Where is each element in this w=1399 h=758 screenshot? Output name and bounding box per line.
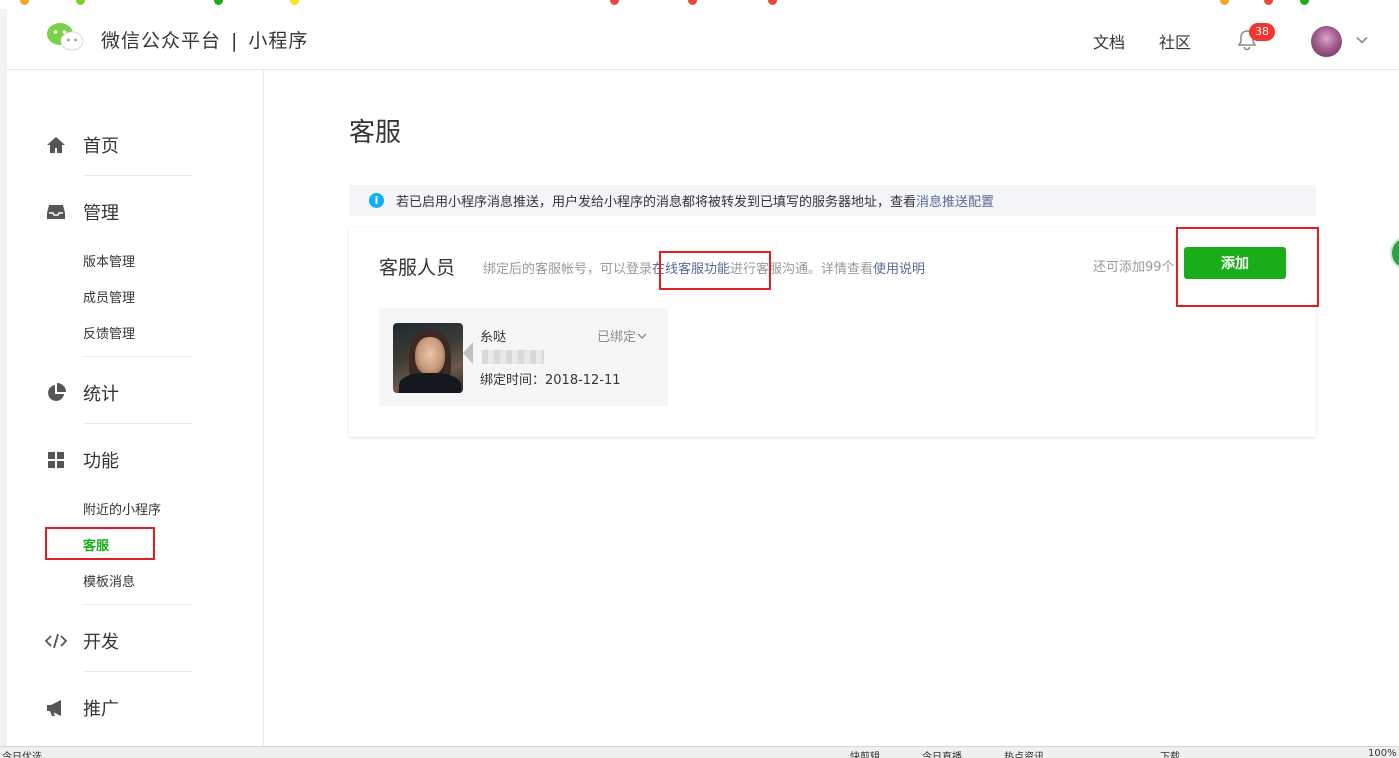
wechat-logo-icon[interactable] <box>46 22 84 52</box>
nav-statistics[interactable]: 统计 <box>45 380 119 406</box>
nav-develop[interactable]: 开发 <box>45 628 119 654</box>
nav-nearby-miniprogram[interactable]: 附近的小程序 <box>83 499 161 518</box>
member-name: 糸哒 <box>480 330 507 345</box>
page-title: 客服 <box>349 118 402 148</box>
grid-icon <box>45 449 67 471</box>
nav-develop-label: 开发 <box>83 632 119 653</box>
member-status-dropdown[interactable]: 已绑定 <box>597 326 648 345</box>
title-separator: | <box>231 30 239 52</box>
nav-divider <box>83 604 193 605</box>
taskbar-item[interactable]: 下载 <box>1160 748 1180 758</box>
inbox-icon <box>45 201 67 223</box>
member-account-masked <box>482 350 544 364</box>
main-area: 首页 管理 版本管理 成员管理 反馈管理 统计 功能 附近的小程序 客服 模板消… <box>7 70 1399 746</box>
add-button[interactable]: 添加 <box>1184 247 1286 279</box>
pie-chart-icon <box>45 382 67 404</box>
browser-status-bar: 今日优选 快剪辑 今日直播 热点资讯 下载 100% <box>0 746 1399 758</box>
nav-features[interactable]: 功能 <box>45 447 119 473</box>
community-link[interactable]: 社区 <box>1159 29 1191 53</box>
online-service-link[interactable]: 在线客服功能 <box>652 262 730 277</box>
code-icon <box>45 630 67 652</box>
nav-template-message[interactable]: 模板消息 <box>83 571 135 590</box>
member-status: 已绑定 <box>597 330 637 345</box>
nav-divider <box>83 356 193 357</box>
message-push-config-link[interactable]: 消息推送配置 <box>916 191 994 210</box>
member-avatar <box>393 323 463 393</box>
top-header: 微信公众平台 | 小程序 文档 社区 38 <box>7 9 1399 70</box>
desc-text: 绑定后的客服帐号，可以登录 <box>483 262 653 277</box>
taskbar-item[interactable]: 快剪辑 <box>850 748 880 758</box>
nav-member-manage[interactable]: 成员管理 <box>83 287 135 306</box>
docs-link[interactable]: 文档 <box>1093 29 1125 53</box>
caret-left-icon <box>463 342 473 364</box>
info-notice: i 若已启用小程序消息推送，用户发给小程序的消息都将被转发到已填写的服务器地址，… <box>349 185 1316 216</box>
notification-badge: 38 <box>1249 23 1275 41</box>
taskbar-item[interactable]: 热点资讯 <box>1004 748 1044 758</box>
customer-service-staff-card: 客服人员 绑定后的客服帐号，可以登录在线客服功能进行客服沟通。详情查看使用说明 … <box>349 227 1316 437</box>
info-icon: i <box>369 193 384 208</box>
nav-version-manage[interactable]: 版本管理 <box>83 251 135 270</box>
nav-feedback-manage[interactable]: 反馈管理 <box>83 323 135 342</box>
home-icon <box>45 134 67 156</box>
nav-divider <box>83 175 193 176</box>
chevron-down-icon <box>637 333 647 339</box>
notice-text: 若已启用小程序消息推送，用户发给小程序的消息都将被转发到已填写的服务器地址，查看 <box>396 195 917 210</box>
taskbar-left-text[interactable]: 今日优选 <box>2 748 42 758</box>
card-description: 绑定后的客服帐号，可以登录在线客服功能进行客服沟通。详情查看使用说明 <box>483 258 925 277</box>
nav-manage-label: 管理 <box>83 203 119 224</box>
remaining-count: 还可添加99个 <box>1093 260 1175 275</box>
megaphone-icon <box>45 697 67 719</box>
product-name: 小程序 <box>248 30 309 52</box>
brand-name: 微信公众平台 <box>101 30 222 52</box>
nav-divider <box>83 671 193 672</box>
nav-promote[interactable]: 推广 <box>45 695 119 721</box>
taskbar-zoom[interactable]: 100% <box>1368 748 1397 758</box>
taskbar-item[interactable]: 今日直播 <box>922 748 962 758</box>
nav-statistics-label: 统计 <box>83 384 119 405</box>
nav-manage[interactable]: 管理 <box>45 199 119 225</box>
user-avatar[interactable] <box>1311 26 1342 57</box>
card-title: 客服人员 <box>379 257 456 279</box>
staff-member-item[interactable]: 糸哒 绑定时间：2018-12-11 已绑定 <box>379 308 668 406</box>
platform-title[interactable]: 微信公众平台 | 小程序 <box>101 26 308 53</box>
nav-home-label: 首页 <box>83 136 119 157</box>
usage-guide-link[interactable]: 使用说明 <box>873 262 925 277</box>
nav-divider <box>83 423 193 424</box>
sidebar: 首页 管理 版本管理 成员管理 反馈管理 统计 功能 附近的小程序 客服 模板消… <box>7 70 264 746</box>
nav-customer-service[interactable]: 客服 <box>83 535 109 554</box>
content-area: 客服 i 若已启用小程序消息推送，用户发给小程序的消息都将被转发到已填写的服务器… <box>349 70 1319 746</box>
desc-text: 进行客服沟通。详情查看 <box>730 262 874 277</box>
nav-features-label: 功能 <box>83 451 119 472</box>
nav-promote-label: 推广 <box>83 699 119 720</box>
browser-bookmark-strip <box>0 0 1399 9</box>
chevron-down-icon[interactable] <box>1355 33 1369 47</box>
nav-home[interactable]: 首页 <box>45 132 119 158</box>
member-bind-time: 绑定时间：2018-12-11 <box>480 373 621 388</box>
